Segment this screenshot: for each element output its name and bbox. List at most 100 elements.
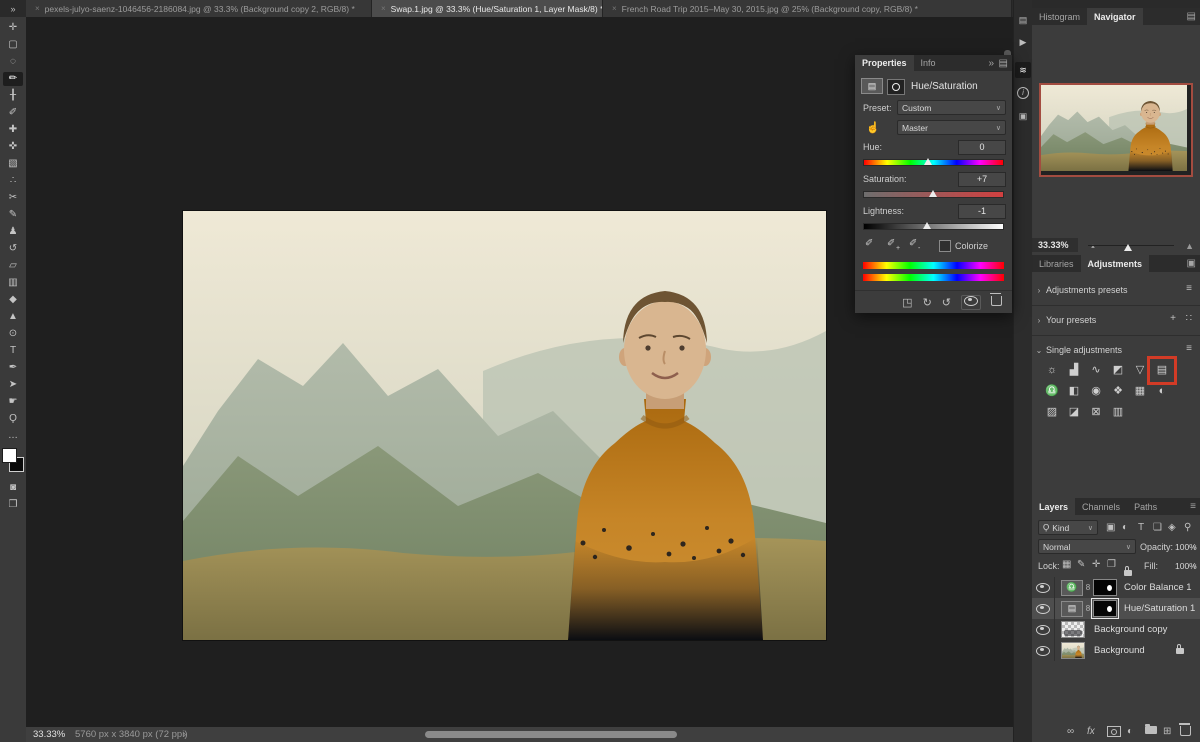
document-tab-3[interactable]: × French Road Trip 2015–May 30, 2015.jpg… — [603, 0, 1012, 17]
history-panel-icon[interactable]: ▤ — [1015, 12, 1031, 28]
black-white-adjustment-icon[interactable]: ◧ — [1066, 383, 1082, 399]
filter-smart-object-icon[interactable]: ◈ — [1168, 522, 1176, 533]
move-tool[interactable]: ✛ — [3, 21, 23, 35]
crop-tool[interactable]: ╂ — [3, 89, 23, 103]
new-group-button[interactable] — [1145, 726, 1157, 739]
eyedropper-add-icon[interactable]: ✐ — [887, 238, 895, 249]
channel-mixer-adjustment-icon[interactable]: ❖ — [1110, 383, 1126, 399]
hue-value-field[interactable]: 0 — [958, 140, 1006, 155]
sharpen-tool[interactable]: ▲ — [3, 310, 23, 324]
tab-paths[interactable]: Paths — [1127, 498, 1164, 515]
invert-adjustment-icon[interactable]: ◐ — [1154, 383, 1170, 399]
targeted-adjustment-icon[interactable]: ☝ — [866, 121, 880, 134]
hue-slider[interactable] — [863, 159, 1004, 166]
reset-adjustment-button[interactable]: ↺ — [942, 296, 951, 309]
lock-transparency-icon[interactable]: ▦ — [1062, 559, 1071, 570]
filter-type-icon[interactable]: T — [1138, 522, 1144, 533]
foreground-color-swatch[interactable] — [2, 448, 17, 463]
eyedropper-subtract-icon[interactable]: ✐ — [909, 238, 917, 249]
layer-mask-thumbnail-selected[interactable] — [1093, 600, 1117, 617]
lasso-tool[interactable]: ◌ — [3, 55, 23, 69]
visibility-cell[interactable] — [1032, 598, 1055, 619]
blur-tool[interactable]: ◆ — [3, 293, 23, 307]
screen-mode-button[interactable]: ❐ — [3, 498, 23, 512]
blend-mode-dropdown[interactable]: Normal ∨ — [1038, 539, 1136, 554]
lightness-slider-thumb[interactable] — [923, 222, 931, 229]
panel-menu-icon[interactable]: ≡ — [1190, 501, 1196, 512]
photo-filter-adjustment-icon[interactable]: ◉ — [1088, 383, 1104, 399]
canvas-horizontal-scrollbar[interactable] — [425, 731, 677, 738]
document-tab-2[interactable]: × Swap.1.jpg @ 33.3% (Hue/Saturation 1, … — [372, 0, 603, 17]
quick-mask-button[interactable]: ◙ — [3, 481, 23, 495]
vibrance-adjustment-icon[interactable]: ▽ — [1132, 362, 1148, 378]
layer-name[interactable]: Background — [1094, 645, 1145, 656]
add-preset-icon[interactable]: + — [1170, 313, 1176, 324]
clone-source-panel-icon[interactable]: ▣ — [1015, 108, 1031, 124]
lightness-value-field[interactable]: -1 — [958, 204, 1006, 219]
new-adjustment-layer-button[interactable]: ◐ — [1127, 726, 1133, 739]
layer-name[interactable]: Background copy — [1094, 624, 1167, 635]
status-zoom-level[interactable]: 33.33% — [33, 729, 65, 740]
patch-tool[interactable]: ▧ — [3, 157, 23, 171]
layer-style-button[interactable]: fx — [1087, 726, 1095, 739]
rectangular-marquee-tool[interactable]: ▢ — [3, 38, 23, 52]
close-icon[interactable]: × — [381, 4, 386, 13]
color-balance-adjustment-icon[interactable]: ♎ — [1044, 383, 1060, 399]
layer-name[interactable]: Hue/Saturation 1 — [1124, 603, 1195, 614]
tab-navigator[interactable]: Navigator — [1087, 8, 1143, 25]
hue-slider-thumb[interactable] — [924, 158, 932, 165]
scissors-tool[interactable]: ✂ — [3, 191, 23, 205]
lock-all-icon[interactable] — [1124, 570, 1132, 576]
threshold-adjustment-icon[interactable]: ◪ — [1066, 404, 1082, 420]
colorize-checkbox[interactable] — [939, 240, 951, 252]
add-layer-mask-button[interactable] — [1107, 726, 1121, 739]
layer-row-color-balance[interactable]: ♎ 8 Color Balance 1 — [1032, 577, 1200, 598]
tab-info[interactable]: Info — [914, 55, 943, 71]
document-tab-1[interactable]: × pexels-julyo-saenz-1046456-2186084.jpg… — [26, 0, 372, 17]
actions-panel-icon[interactable]: ▶ — [1015, 34, 1031, 50]
layer-filter-dropdown[interactable]: Ϙ Kind ∨ — [1038, 520, 1098, 535]
brush-tool[interactable]: ✎ — [3, 208, 23, 222]
mask-link-icon[interactable]: 8 — [1083, 583, 1093, 592]
gradient-tool[interactable]: ▥ — [3, 276, 23, 290]
saturation-slider-thumb[interactable] — [929, 190, 937, 197]
hue-saturation-layer-icon[interactable]: ▤ — [1061, 601, 1083, 617]
single-adjustments-menu-icon[interactable]: ≡ — [1186, 343, 1192, 354]
document-image[interactable] — [183, 211, 826, 640]
lightness-slider[interactable] — [863, 223, 1004, 230]
quick-selection-tool[interactable]: ✏ — [3, 72, 23, 86]
layer-name[interactable]: Color Balance 1 — [1124, 582, 1192, 593]
panel-menu-icon[interactable]: ▣ — [1187, 258, 1196, 269]
toggle-visibility-button[interactable] — [961, 295, 981, 310]
section-adjustments-presets[interactable]: › Adjustments presets — [1032, 280, 1200, 300]
tab-overflow-chevron[interactable]: » — [0, 0, 26, 17]
history-brush-tool[interactable]: ↺ — [3, 242, 23, 256]
lock-position-icon[interactable]: ✛ — [1092, 559, 1100, 570]
color-lookup-adjustment-icon[interactable]: ▦ — [1132, 383, 1148, 399]
properties-panel-icon[interactable]: ≋ — [1015, 62, 1031, 78]
tab-histogram[interactable]: Histogram — [1032, 8, 1087, 25]
filter-shape-icon[interactable]: ❏ — [1153, 522, 1162, 533]
status-chevron-icon[interactable]: › — [183, 729, 186, 740]
tab-channels[interactable]: Channels — [1075, 498, 1127, 515]
delete-layer-button[interactable] — [1180, 726, 1191, 739]
gradient-map-adjustment-icon[interactable]: ⊠ — [1088, 404, 1104, 420]
type-tool[interactable]: T — [3, 344, 23, 358]
posterize-adjustment-icon[interactable]: ▨ — [1044, 404, 1060, 420]
chevron-down-icon[interactable]: ∨ — [1192, 562, 1197, 570]
close-icon[interactable]: × — [35, 4, 40, 13]
layer-thumbnail-image[interactable] — [1061, 642, 1085, 659]
curves-adjustment-icon[interactable]: ∿ — [1088, 362, 1104, 378]
navigator-zoom-field[interactable]: 33.33% — [1032, 238, 1078, 252]
filter-adjustment-icon[interactable]: ◐ — [1122, 522, 1128, 533]
eraser-tool[interactable]: ▱ — [3, 259, 23, 273]
preset-grid-icon[interactable]: ∷ — [1186, 313, 1192, 324]
exposure-adjustment-icon[interactable]: ◩ — [1110, 362, 1126, 378]
hand-tool[interactable]: ☛ — [3, 395, 23, 409]
panel-collapse-chevrons[interactable]: » — [988, 58, 994, 69]
close-icon[interactable]: × — [612, 4, 617, 13]
tab-libraries[interactable]: Libraries — [1032, 255, 1081, 272]
lock-artboard-icon[interactable]: ❐ — [1107, 559, 1116, 570]
visibility-cell[interactable] — [1032, 577, 1055, 598]
layer-row-hue-saturation[interactable]: ▤ 8 Hue/Saturation 1 — [1032, 598, 1200, 619]
